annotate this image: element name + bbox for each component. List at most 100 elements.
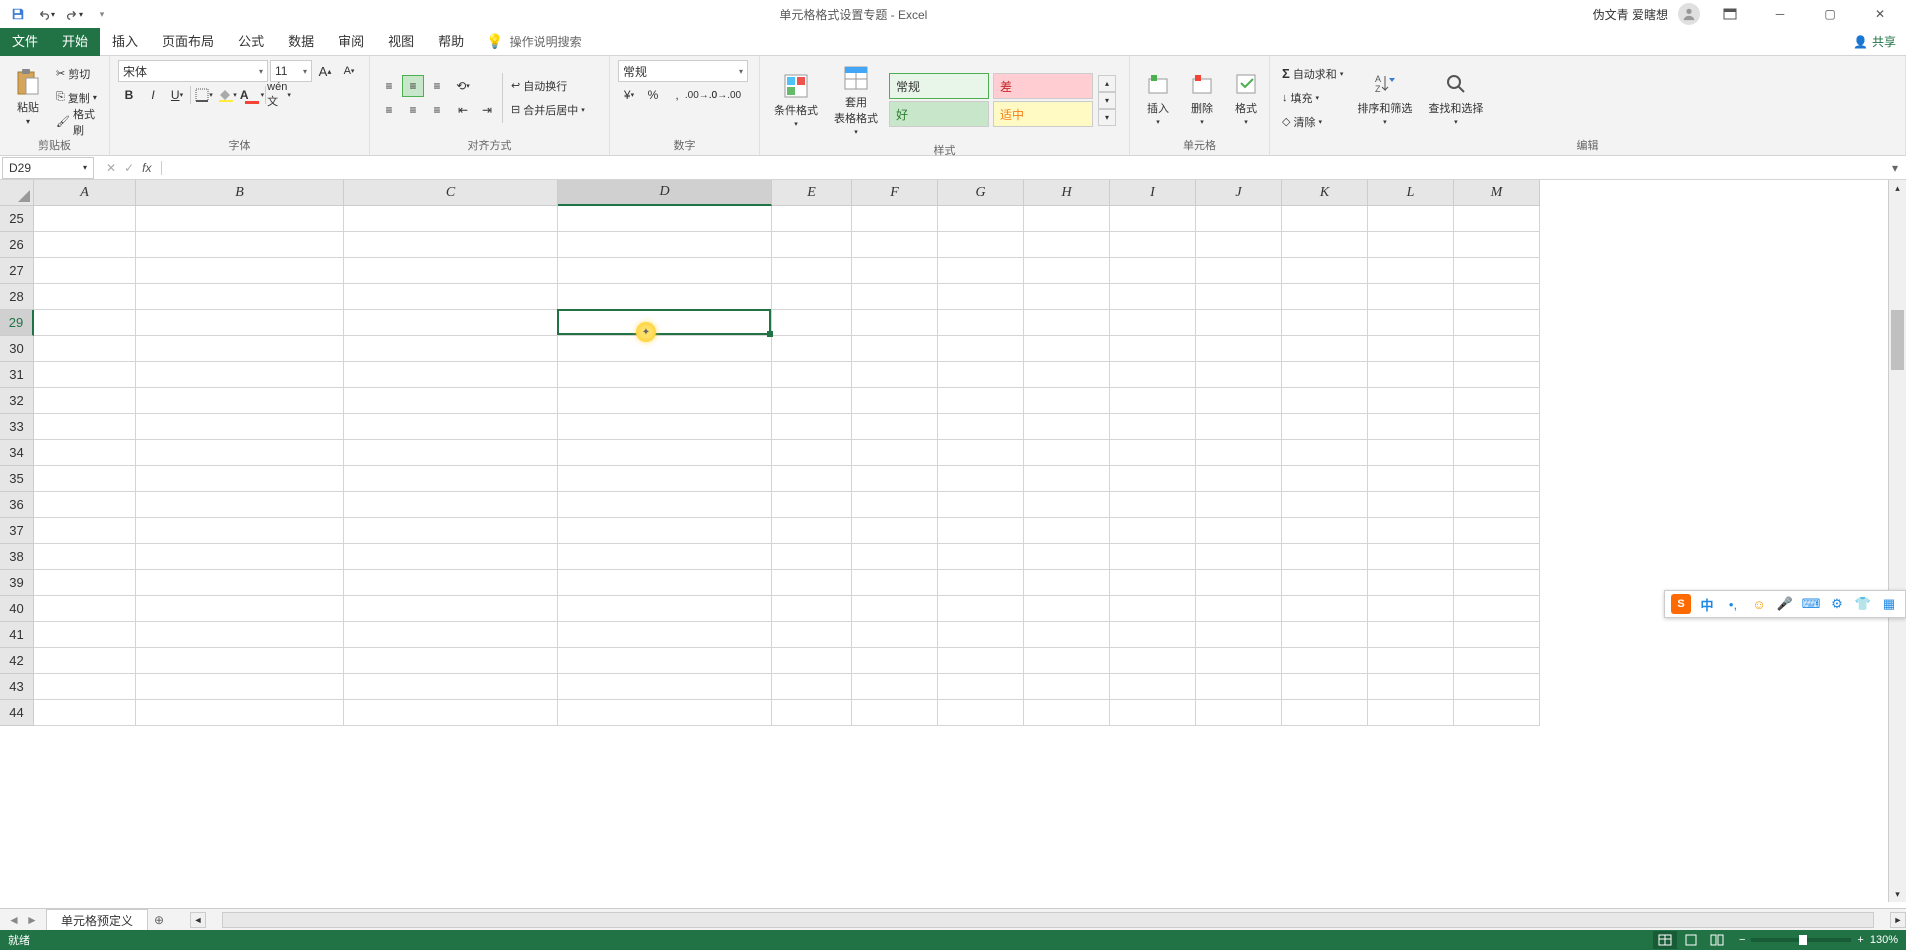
column-header-D[interactable]: D: [558, 180, 772, 206]
cell[interactable]: [1110, 492, 1196, 518]
cell[interactable]: [136, 414, 344, 440]
align-bottom-button[interactable]: ≡: [426, 75, 448, 97]
cell[interactable]: [136, 440, 344, 466]
cell[interactable]: [1454, 440, 1540, 466]
expand-formula-bar-button[interactable]: ▾: [1884, 161, 1906, 175]
column-header-B[interactable]: B: [136, 180, 344, 206]
fill-button[interactable]: ↓填充▾: [1278, 87, 1347, 109]
cell[interactable]: [344, 284, 558, 310]
tab-help[interactable]: 帮助: [426, 28, 476, 56]
cell[interactable]: [938, 596, 1024, 622]
cell[interactable]: [1024, 414, 1110, 440]
cell[interactable]: [852, 544, 938, 570]
cell[interactable]: [344, 414, 558, 440]
cell[interactable]: [558, 414, 772, 440]
cell[interactable]: [1024, 596, 1110, 622]
cell[interactable]: [34, 284, 136, 310]
cell[interactable]: [1368, 284, 1454, 310]
user-name[interactable]: 伪文青 爱瞎想: [1593, 6, 1668, 23]
cell[interactable]: [938, 518, 1024, 544]
row-header-26[interactable]: 26: [0, 232, 34, 258]
cell[interactable]: [136, 570, 344, 596]
cell[interactable]: [136, 596, 344, 622]
style-scroll-up[interactable]: ▴: [1098, 75, 1116, 92]
column-header-F[interactable]: F: [852, 180, 938, 206]
cell[interactable]: [938, 310, 1024, 336]
cell[interactable]: [852, 388, 938, 414]
cell[interactable]: [1454, 258, 1540, 284]
cell[interactable]: [1196, 206, 1282, 232]
row-header-33[interactable]: 33: [0, 414, 34, 440]
qat-customize[interactable]: ▾: [90, 2, 114, 26]
style-gallery-more[interactable]: ▾: [1098, 109, 1116, 126]
cell[interactable]: [1368, 232, 1454, 258]
borders-button[interactable]: ▾: [193, 84, 215, 106]
cell[interactable]: [1454, 648, 1540, 674]
cell[interactable]: [136, 700, 344, 726]
cell[interactable]: [1196, 596, 1282, 622]
row-header-36[interactable]: 36: [0, 492, 34, 518]
cell[interactable]: [1368, 388, 1454, 414]
align-top-button[interactable]: ≡: [378, 75, 400, 97]
cell[interactable]: [938, 336, 1024, 362]
cell[interactable]: [558, 570, 772, 596]
cell[interactable]: [772, 232, 852, 258]
insert-cells-button[interactable]: 插入▾: [1138, 66, 1178, 130]
select-all-button[interactable]: [0, 180, 34, 206]
cell[interactable]: [772, 674, 852, 700]
cell[interactable]: [772, 284, 852, 310]
cell[interactable]: [558, 310, 772, 336]
cell[interactable]: [1196, 648, 1282, 674]
font-color-button[interactable]: A▾: [241, 84, 263, 106]
cell[interactable]: [938, 206, 1024, 232]
style-scroll-down[interactable]: ▾: [1098, 92, 1116, 109]
format-painter-button[interactable]: 🖌格式刷: [52, 111, 101, 133]
minimize-button[interactable]: ─: [1760, 0, 1800, 28]
cell[interactable]: [1110, 310, 1196, 336]
cell[interactable]: [852, 206, 938, 232]
row-header-25[interactable]: 25: [0, 206, 34, 232]
zoom-slider[interactable]: [1751, 938, 1851, 942]
cell[interactable]: [1368, 206, 1454, 232]
row-header-34[interactable]: 34: [0, 440, 34, 466]
cell[interactable]: [772, 206, 852, 232]
number-format-combo[interactable]: 常规▾: [618, 60, 748, 82]
cell[interactable]: [1368, 518, 1454, 544]
cell[interactable]: [772, 466, 852, 492]
cell[interactable]: [938, 492, 1024, 518]
cell[interactable]: [136, 336, 344, 362]
fill-color-button[interactable]: ▾: [217, 84, 239, 106]
cell[interactable]: [938, 466, 1024, 492]
cell[interactable]: [136, 388, 344, 414]
cell[interactable]: [938, 674, 1024, 700]
tab-file[interactable]: 文件: [0, 28, 50, 56]
cell[interactable]: [1110, 622, 1196, 648]
cell[interactable]: [1196, 440, 1282, 466]
cell[interactable]: [1024, 466, 1110, 492]
cell[interactable]: [1368, 596, 1454, 622]
cell[interactable]: [852, 336, 938, 362]
cell[interactable]: [558, 544, 772, 570]
cell[interactable]: [344, 596, 558, 622]
cell[interactable]: [136, 492, 344, 518]
cell[interactable]: [1454, 700, 1540, 726]
column-header-H[interactable]: H: [1024, 180, 1110, 206]
vertical-scrollbar[interactable]: ▴ ▾: [1888, 180, 1906, 902]
cell[interactable]: [1110, 544, 1196, 570]
cell[interactable]: [1196, 570, 1282, 596]
cell[interactable]: [558, 596, 772, 622]
accounting-format-button[interactable]: ¥▾: [618, 84, 640, 106]
cell[interactable]: [1196, 414, 1282, 440]
cell[interactable]: [34, 492, 136, 518]
cell[interactable]: [1454, 336, 1540, 362]
decrease-indent-button[interactable]: ⇤: [452, 99, 474, 121]
paste-button[interactable]: 粘贴 ▾: [8, 65, 48, 130]
scroll-up-button[interactable]: ▴: [1889, 180, 1906, 196]
cell[interactable]: [1454, 596, 1540, 622]
cell[interactable]: [1282, 622, 1368, 648]
cell[interactable]: [852, 258, 938, 284]
ribbon-display-options[interactable]: [1710, 0, 1750, 28]
style-normal[interactable]: 常规: [889, 73, 989, 99]
cell[interactable]: [772, 518, 852, 544]
cell[interactable]: [1196, 674, 1282, 700]
